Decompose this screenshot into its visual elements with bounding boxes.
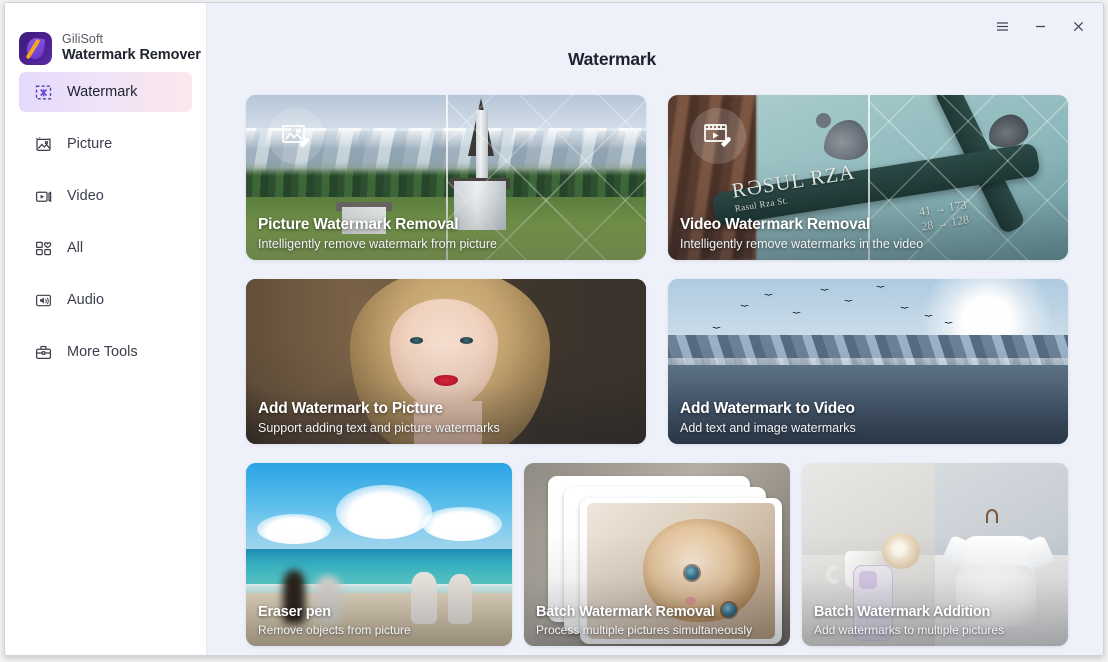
menu-icon[interactable] (993, 17, 1011, 35)
picture-icon (34, 135, 53, 154)
feature-row-3: Eraser pen Remove objects from picture B… (246, 463, 1068, 646)
card-batch-watermark-addition[interactable]: Batch Watermark Addition Add watermarks … (802, 463, 1068, 646)
minimize-icon[interactable] (1031, 17, 1049, 35)
card-artwork (246, 95, 646, 260)
sidebar-item-audio[interactable]: Audio (19, 280, 192, 320)
app-window: GiliSoft Watermark Remover Watermark Pic… (4, 2, 1104, 656)
window-controls (993, 17, 1087, 35)
sidebar-item-label: Video (67, 188, 104, 204)
card-add-watermark-to-video[interactable]: Add Watermark to Video Add text and imag… (668, 279, 1068, 444)
card-artwork (246, 463, 512, 646)
app-logo-icon (19, 31, 52, 65)
toolbox-icon (34, 343, 53, 362)
sidebar-item-all[interactable]: All (19, 228, 192, 268)
video-icon (34, 187, 53, 206)
audio-icon (34, 291, 53, 310)
card-artwork: RƏSUL RZA Rasul Rza St. 41 → 173 28 → 12… (668, 95, 1068, 260)
sidebar-item-label: More Tools (67, 344, 138, 360)
sidebar-item-label: Watermark (67, 84, 138, 100)
card-picture-watermark-removal[interactable]: Picture Watermark Removal Intelligently … (246, 95, 646, 260)
brand-product: Watermark Remover (62, 46, 201, 63)
card-artwork (802, 463, 1068, 646)
sidebar-item-label: Picture (67, 136, 113, 152)
sidebar: GiliSoft Watermark Remover Watermark Pic… (5, 3, 207, 655)
feature-grid: Picture Watermark Removal Intelligently … (246, 95, 1068, 646)
brand-company: GiliSoft (62, 32, 104, 47)
main-content: Watermark Picture Watermark Removal Inte… (207, 3, 1103, 655)
feature-row-2: Add Watermark to Picture Support adding … (246, 279, 1068, 444)
feature-row-1: Picture Watermark Removal Intelligently … (246, 95, 1068, 260)
card-artwork (246, 279, 646, 444)
card-batch-watermark-removal[interactable]: Batch Watermark Removal Process multiple… (524, 463, 790, 646)
sidebar-item-picture[interactable]: Picture (19, 124, 192, 164)
all-icon (34, 239, 53, 258)
sidebar-item-label: Audio (67, 292, 105, 308)
page-title-text: Watermark (567, 49, 656, 69)
sidebar-item-video[interactable]: Video (19, 176, 192, 216)
sidebar-item-label: All (67, 240, 84, 256)
watermark-icon (34, 83, 53, 102)
page-title: Watermark (207, 49, 1103, 70)
card-artwork (524, 463, 790, 646)
close-icon[interactable] (1069, 17, 1087, 35)
sidebar-item-watermark[interactable]: Watermark (19, 72, 192, 112)
card-add-watermark-to-picture[interactable]: Add Watermark to Picture Support adding … (246, 279, 646, 444)
brand: GiliSoft Watermark Remover (5, 3, 206, 65)
title-bar (207, 3, 1103, 47)
card-artwork (668, 279, 1068, 444)
card-video-watermark-removal[interactable]: RƏSUL RZA Rasul Rza St. 41 → 173 28 → 12… (668, 95, 1068, 260)
sidebar-item-more-tools[interactable]: More Tools (19, 332, 192, 372)
sidebar-nav: Watermark Picture Video All Audio More T… (5, 72, 206, 372)
card-eraser-pen[interactable]: Eraser pen Remove objects from picture (246, 463, 512, 646)
